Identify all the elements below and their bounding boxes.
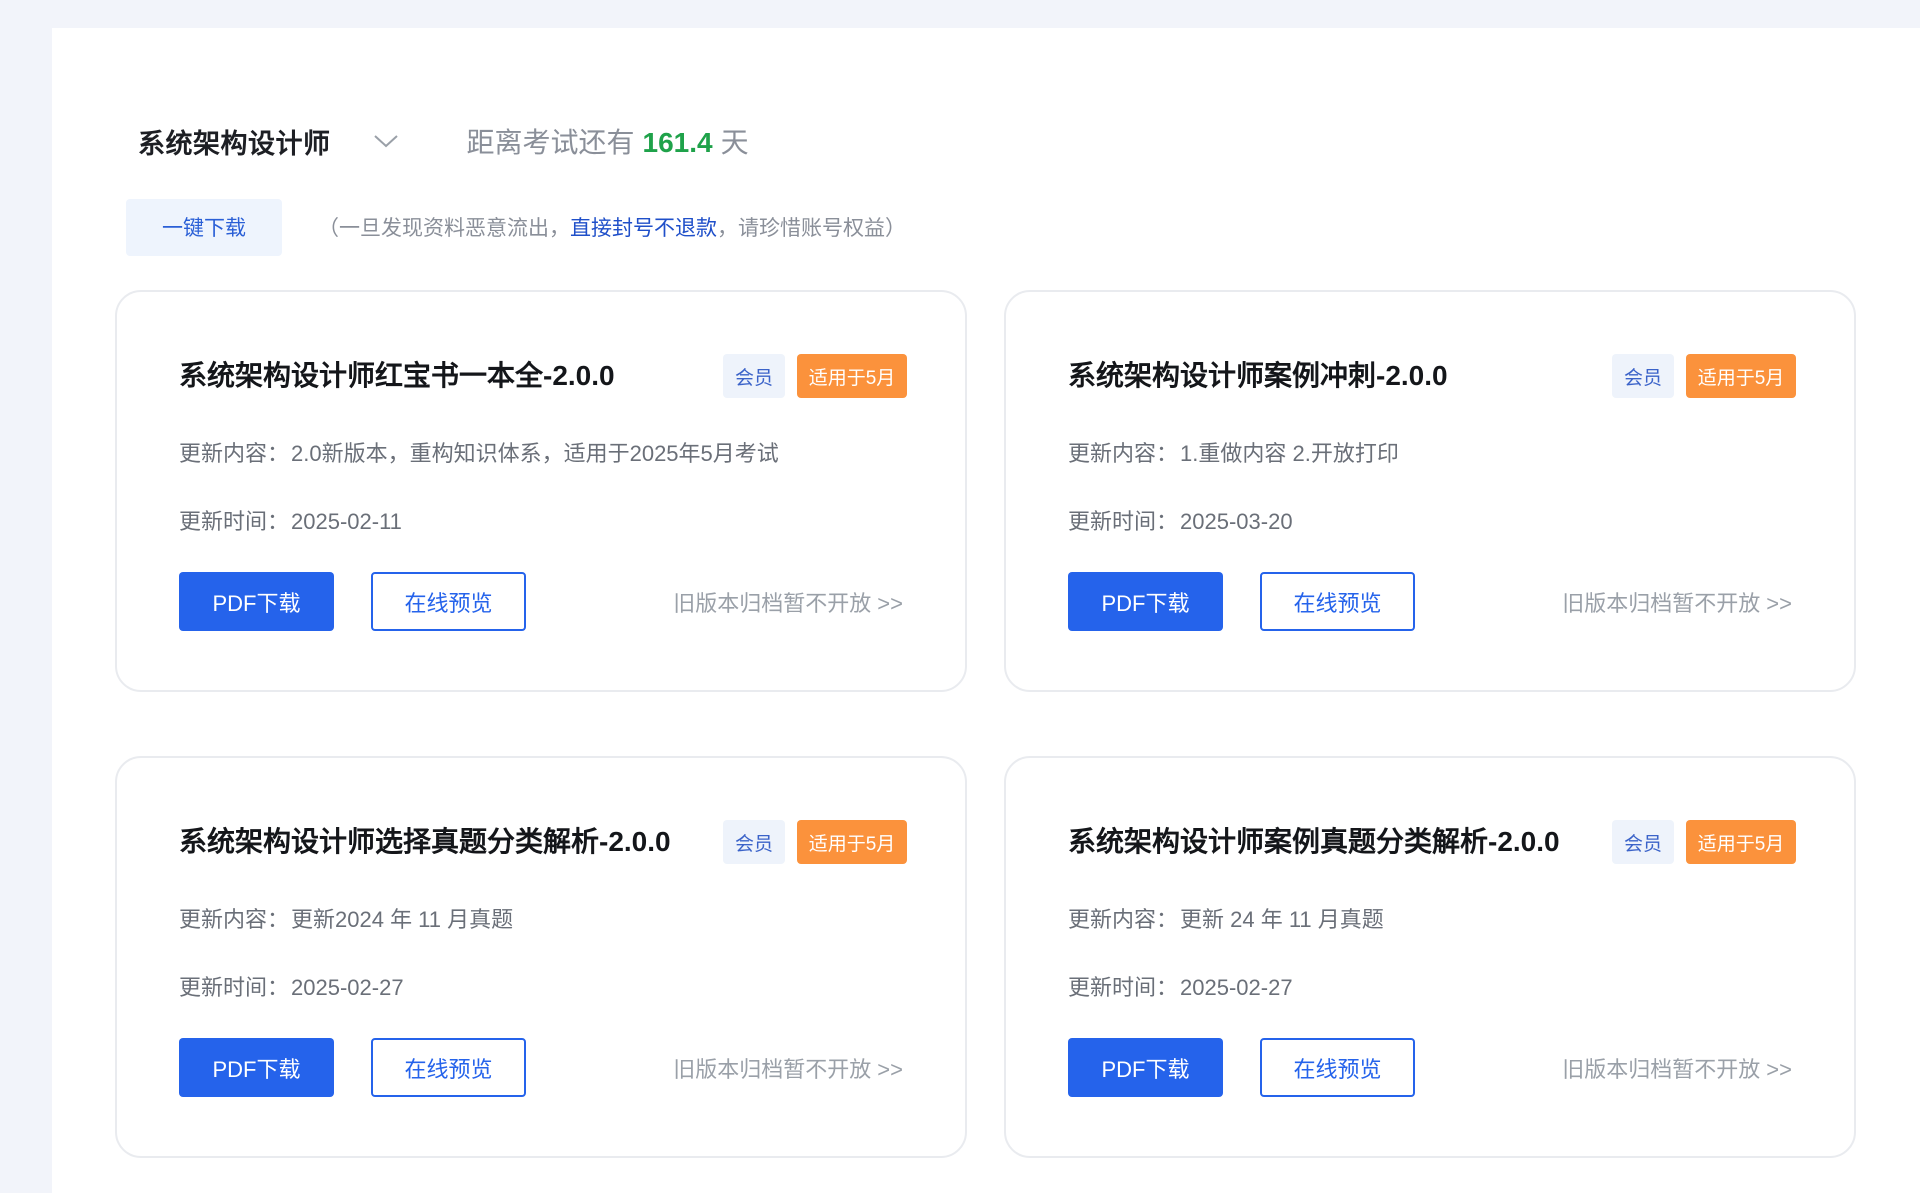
update-content-label: 更新内容：: [1068, 441, 1179, 466]
update-time-label: 更新时间：: [1068, 509, 1179, 534]
update-time-value: 2025-03-20: [1180, 509, 1293, 534]
card-title: 系统架构设计师案例真题分类解析-2.0.0: [1068, 826, 1560, 857]
update-content-label: 更新内容：: [179, 441, 290, 466]
update-time-value: 2025-02-11: [291, 509, 402, 534]
online-preview-button[interactable]: 在线预览: [1260, 1038, 1415, 1097]
chevron-down-icon[interactable]: [373, 128, 399, 154]
applicable-badge: 适用于5月: [797, 354, 907, 398]
online-preview-button[interactable]: 在线预览: [371, 572, 526, 631]
card-title: 系统架构设计师红宝书一本全-2.0.0: [179, 360, 615, 391]
applicable-badge: 适用于5月: [1686, 820, 1796, 864]
resource-card: 系统架构设计师案例真题分类解析-2.0.0 会员 适用于5月 更新内容：更新 2…: [1004, 756, 1856, 1158]
member-badge: 会员: [1612, 820, 1674, 864]
pdf-download-button[interactable]: PDF下载: [1068, 572, 1223, 631]
download-warning: （一旦发现资料恶意流出，直接封号不退款，请珍惜账号权益）: [318, 212, 906, 242]
countdown-unit: 天: [720, 127, 749, 158]
update-content: 更新内容：1.重做内容 2.开放打印: [1068, 436, 1399, 468]
old-version-link[interactable]: 旧版本归档暂不开放 >>: [673, 586, 903, 618]
member-badge: 会员: [723, 820, 785, 864]
exam-name: 系统架构设计师: [138, 128, 331, 159]
update-time: 更新时间：2025-02-27: [179, 970, 404, 1002]
exam-countdown: 距离考试还有 161.4 天: [467, 121, 749, 161]
pdf-download-button[interactable]: PDF下载: [179, 1038, 334, 1097]
update-content-value: 更新 24 年 11 月真题: [1180, 907, 1384, 932]
member-badge: 会员: [1612, 354, 1674, 398]
update-time-label: 更新时间：: [179, 509, 290, 534]
update-time: 更新时间：2025-02-11: [179, 504, 402, 536]
exam-header: 系统架构设计师 距离考试还有 161.4 天: [138, 112, 749, 170]
update-content-label: 更新内容：: [1068, 907, 1179, 932]
countdown-days: 161.4: [642, 127, 713, 158]
card-title: 系统架构设计师案例冲刺-2.0.0: [1068, 360, 1448, 391]
update-time: 更新时间：2025-03-20: [1068, 504, 1293, 536]
member-badge: 会员: [723, 354, 785, 398]
resource-card: 系统架构设计师红宝书一本全-2.0.0 会员 适用于5月 更新内容：2.0新版本…: [115, 290, 967, 692]
update-time-value: 2025-02-27: [1180, 975, 1293, 1000]
update-time-label: 更新时间：: [1068, 975, 1179, 1000]
warning-highlight: 直接封号不退款: [570, 217, 717, 240]
countdown-prefix: 距离考试还有: [466, 127, 635, 158]
update-time-label: 更新时间：: [179, 975, 290, 1000]
update-content: 更新内容：2.0新版本，重构知识体系，适用于2025年5月考试: [179, 436, 779, 468]
exam-selector[interactable]: 系统架构设计师: [138, 122, 399, 161]
update-content: 更新内容：更新 24 年 11 月真题: [1068, 902, 1384, 934]
applicable-badge: 适用于5月: [797, 820, 907, 864]
old-version-link[interactable]: 旧版本归档暂不开放 >>: [1562, 586, 1792, 618]
main-panel: 系统架构设计师 距离考试还有 161.4 天 一键下载 （一旦发现资料恶意流出，…: [52, 28, 1920, 1193]
update-content-label: 更新内容：: [179, 907, 290, 932]
resource-card: 系统架构设计师选择真题分类解析-2.0.0 会员 适用于5月 更新内容：更新20…: [115, 756, 967, 1158]
online-preview-button[interactable]: 在线预览: [1260, 572, 1415, 631]
update-content-value: 更新2024 年 11 月真题: [291, 907, 514, 932]
update-content-value: 2.0新版本，重构知识体系，适用于2025年5月考试: [291, 441, 779, 466]
card-title: 系统架构设计师选择真题分类解析-2.0.0: [179, 826, 671, 857]
update-content: 更新内容：更新2024 年 11 月真题: [179, 902, 513, 934]
update-time-value: 2025-02-27: [291, 975, 404, 1000]
update-time: 更新时间：2025-02-27: [1068, 970, 1293, 1002]
online-preview-button[interactable]: 在线预览: [371, 1038, 526, 1097]
pdf-download-button[interactable]: PDF下载: [179, 572, 334, 631]
download-row: 一键下载 （一旦发现资料恶意流出，直接封号不退款，请珍惜账号权益）: [126, 198, 906, 256]
old-version-link[interactable]: 旧版本归档暂不开放 >>: [1562, 1052, 1792, 1084]
pdf-download-button[interactable]: PDF下载: [1068, 1038, 1223, 1097]
update-content-value: 1.重做内容 2.开放打印: [1180, 441, 1399, 466]
applicable-badge: 适用于5月: [1686, 354, 1796, 398]
warning-start: （一旦发现资料恶意流出，: [318, 217, 570, 240]
warning-end: ，请珍惜账号权益）: [717, 217, 906, 240]
old-version-link[interactable]: 旧版本归档暂不开放 >>: [673, 1052, 903, 1084]
resource-card: 系统架构设计师案例冲刺-2.0.0 会员 适用于5月 更新内容：1.重做内容 2…: [1004, 290, 1856, 692]
one-key-download-button[interactable]: 一键下载: [126, 198, 282, 256]
